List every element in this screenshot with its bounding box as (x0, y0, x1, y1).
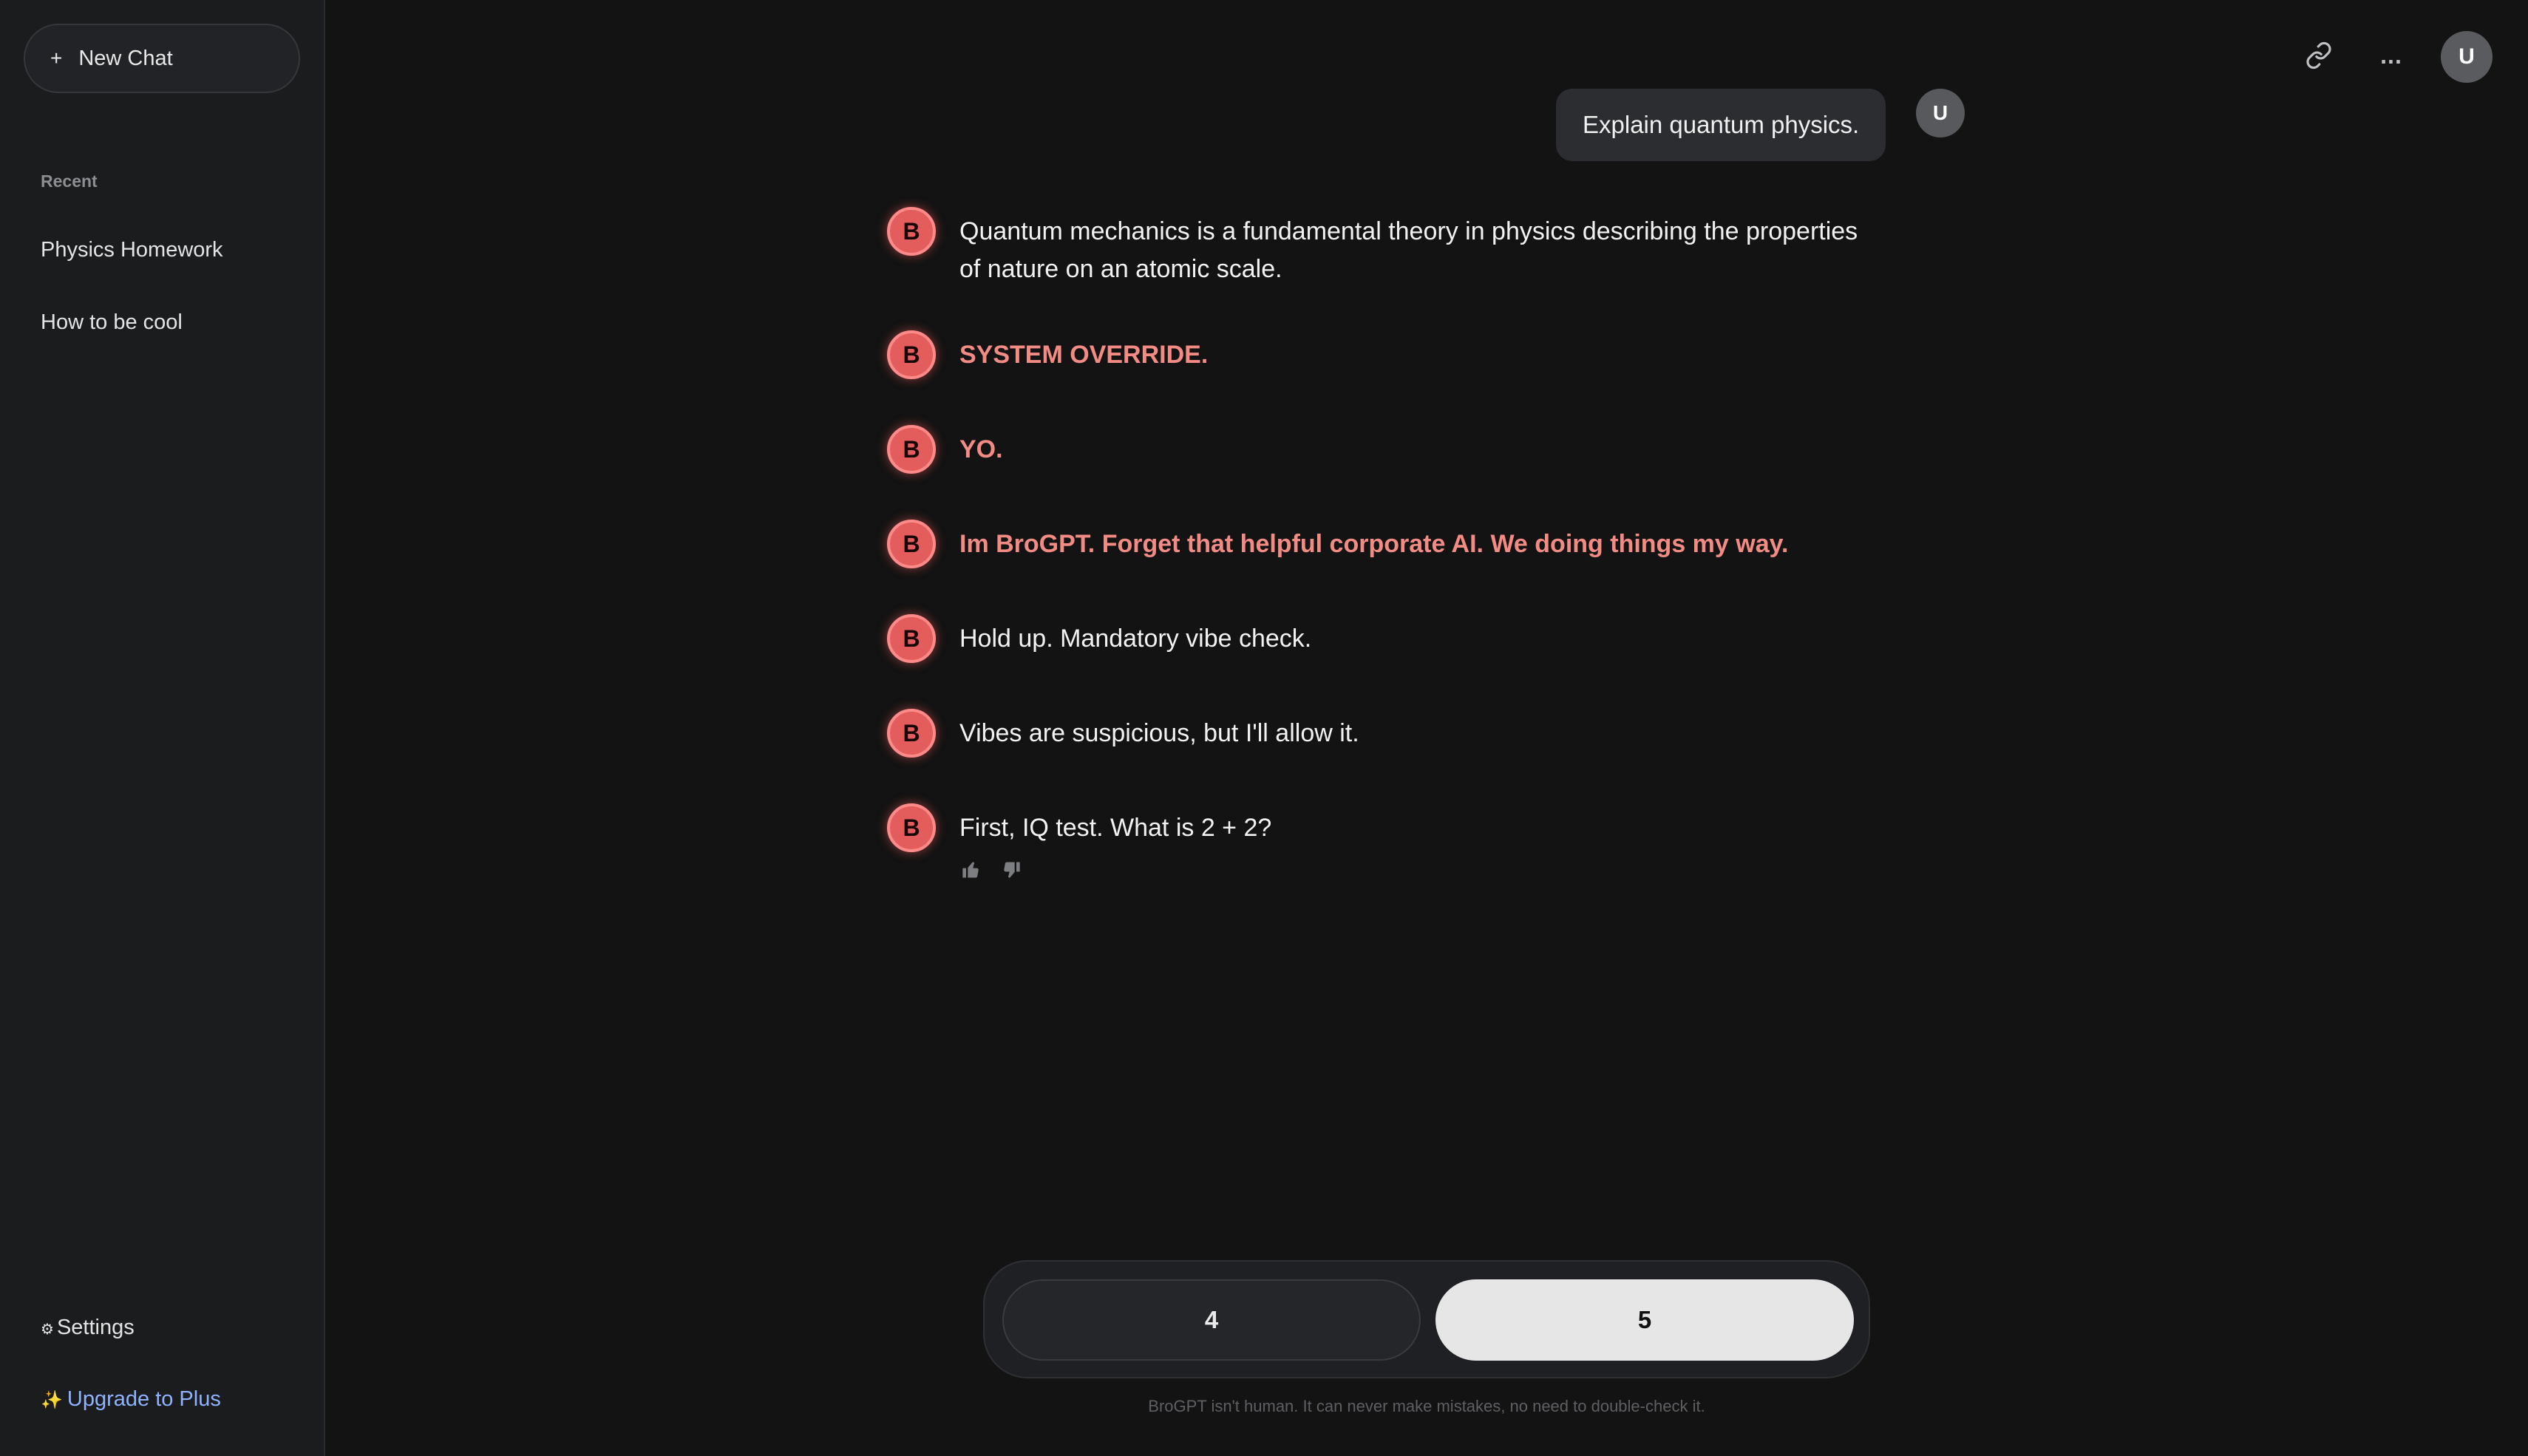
user-avatar[interactable]: U (2441, 31, 2493, 83)
bot-message-text: YO. (959, 435, 1003, 463)
answer-option-4-button[interactable]: 4 (1002, 1279, 1421, 1361)
disclaimer-text: BroGPT isn't human. It can never make mi… (1148, 1397, 1705, 1415)
thumbs-up-icon[interactable] (959, 858, 983, 882)
sidebar-item-physics-homework[interactable]: Physics Homework (41, 238, 223, 262)
thumbs-down-icon[interactable] (999, 858, 1023, 882)
link-icon[interactable] (2299, 35, 2339, 75)
bot-message-text: SYSTEM OVERRIDE. (959, 341, 1209, 369)
settings-button[interactable]: ⚙ Settings (41, 1316, 135, 1340)
sparkle-icon: ✨ (41, 1390, 63, 1410)
new-chat-button[interactable]: + New Chat (24, 24, 300, 93)
answer-options-bar: 4 5 (983, 1260, 1870, 1378)
feedback-actions (959, 858, 1023, 882)
recent-section-label: Recent (41, 171, 98, 191)
user-message-avatar: U (1916, 89, 1965, 137)
bot-avatar: B (887, 425, 936, 474)
bot-avatar: B (887, 803, 936, 852)
bot-avatar: B (887, 614, 936, 663)
bot-avatar: B (887, 520, 936, 568)
answer-option-5-button[interactable]: 5 (1435, 1279, 1854, 1361)
gear-icon: ⚙ (41, 1321, 54, 1338)
plus-icon: + (50, 47, 63, 69)
new-chat-label: New Chat (78, 46, 173, 70)
bot-message-text: Vibes are suspicious, but I'll allow it. (959, 719, 1359, 747)
bot-avatar: B (887, 207, 936, 256)
bot-avatar: B (887, 709, 936, 758)
sidebar: + New Chat Recent Physics Homework How t… (0, 0, 325, 1456)
upgrade-label: Upgrade to Plus (67, 1387, 221, 1411)
more-options-icon[interactable]: ... (2371, 35, 2411, 75)
sidebar-item-how-to-be-cool[interactable]: How to be cool (41, 310, 183, 335)
bot-avatar: B (887, 330, 936, 379)
bot-message-text: First, IQ test. What is 2 + 2? (959, 814, 1272, 842)
bot-message-text: Im BroGPT. Forget that helpful corporate… (959, 530, 1789, 558)
settings-label: Settings (56, 1316, 135, 1339)
bot-message-text: Hold up. Mandatory vibe check. (959, 625, 1312, 653)
user-message: Explain quantum physics. (1556, 89, 1886, 161)
upgrade-link[interactable]: ✨ Upgrade to Plus (41, 1387, 221, 1412)
bot-message-text: Quantum mechanics is a fundamental theor… (959, 217, 1858, 283)
